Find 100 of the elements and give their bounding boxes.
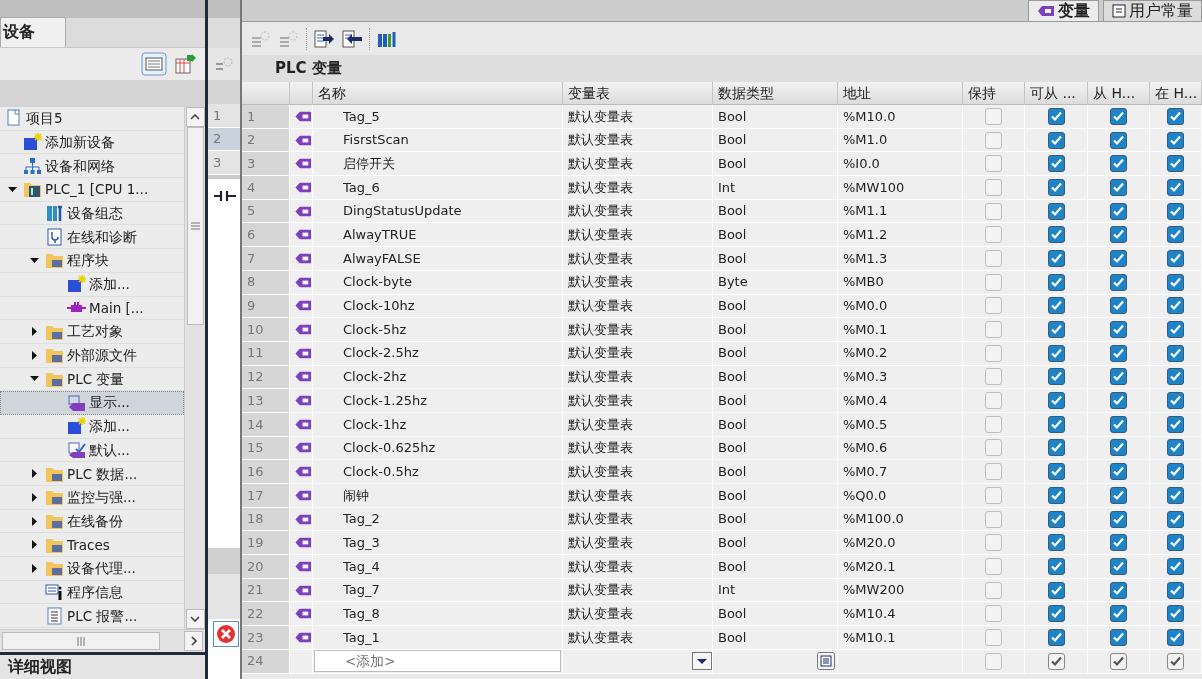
checkbox[interactable]	[1110, 605, 1127, 623]
scrollbar-thumb[interactable]	[186, 127, 204, 325]
tree-item[interactable]: 显示...	[0, 391, 184, 415]
checkbox[interactable]	[1110, 178, 1127, 196]
scroll-up-button[interactable]	[185, 107, 205, 127]
checkbox[interactable]	[1047, 202, 1065, 220]
checkbox[interactable]	[985, 581, 1002, 599]
checkbox[interactable]	[985, 557, 1002, 575]
checkbox[interactable]	[1167, 557, 1184, 575]
checkbox[interactable]	[1110, 652, 1127, 670]
checkbox[interactable]	[1110, 131, 1127, 149]
checkbox[interactable]	[1047, 486, 1065, 504]
column-header[interactable]: 名称	[313, 82, 563, 105]
tree-item[interactable]: PLC 报警...	[0, 604, 184, 629]
checkbox[interactable]	[1047, 368, 1065, 386]
tree-item[interactable]: 添加新设备	[0, 130, 184, 155]
checkbox[interactable]	[1047, 605, 1065, 623]
checkbox[interactable]	[1167, 273, 1184, 291]
checkbox[interactable]	[985, 439, 1002, 457]
checkbox[interactable]	[1167, 463, 1184, 481]
checkbox[interactable]	[1110, 273, 1127, 291]
tree-item[interactable]: PLC_1 [CPU 1...	[0, 178, 184, 202]
checkbox[interactable]	[1110, 439, 1127, 457]
checkbox[interactable]	[1047, 155, 1065, 173]
checkbox[interactable]	[1167, 628, 1184, 646]
checkbox[interactable]	[1167, 605, 1184, 623]
checkbox[interactable]	[1047, 226, 1065, 244]
editor-tab[interactable]: 变量	[1028, 0, 1099, 21]
tree-item[interactable]: 添加...	[0, 272, 184, 297]
checkbox[interactable]	[1110, 534, 1127, 552]
checkbox[interactable]	[1167, 392, 1184, 410]
export-icon[interactable]	[313, 28, 335, 49]
checkbox[interactable]	[1047, 321, 1065, 339]
checkbox[interactable]	[1110, 392, 1127, 410]
checkbox[interactable]	[985, 226, 1002, 244]
expand-arrow-icon[interactable]	[29, 563, 39, 573]
checkbox[interactable]	[985, 463, 1002, 481]
checkbox[interactable]	[1167, 178, 1184, 196]
list-button[interactable]	[817, 652, 835, 671]
checkbox[interactable]	[985, 178, 1002, 196]
tree-item[interactable]: 设备和网络	[0, 154, 184, 179]
checkbox[interactable]	[985, 628, 1002, 646]
checkbox[interactable]	[1167, 249, 1184, 267]
list-view-icon[interactable]	[141, 52, 167, 76]
tree-item[interactable]: 工艺对象	[0, 320, 184, 344]
expand-arrow-icon[interactable]	[29, 350, 39, 360]
horizontal-scrollbar-thumb[interactable]	[2, 632, 160, 650]
checkbox[interactable]	[1167, 415, 1184, 433]
column-header[interactable]: 地址	[838, 82, 963, 105]
checkbox[interactable]	[985, 605, 1002, 623]
tree-item[interactable]: 项目5	[0, 107, 184, 131]
checkbox[interactable]	[1167, 486, 1184, 504]
checkbox[interactable]	[1110, 463, 1127, 481]
row-number[interactable]: 1	[208, 104, 240, 128]
checkbox[interactable]	[1047, 510, 1065, 528]
scroll-down-button[interactable]	[185, 609, 205, 629]
checkbox[interactable]	[985, 321, 1002, 339]
tree-item[interactable]: 默认...	[0, 438, 184, 463]
checkbox[interactable]	[1167, 107, 1184, 125]
tree-item[interactable]: 在线和诊断	[0, 225, 184, 250]
checkbox[interactable]	[1167, 581, 1184, 599]
checkbox[interactable]	[985, 534, 1002, 552]
tree-item[interactable]: 添加...	[0, 414, 184, 439]
checkbox[interactable]	[1110, 202, 1127, 220]
checkbox[interactable]	[985, 273, 1002, 291]
checkbox[interactable]	[1167, 439, 1184, 457]
dropdown-button[interactable]	[692, 652, 712, 671]
checkbox[interactable]	[1047, 415, 1065, 433]
tree-item[interactable]: PLC 数据...	[0, 462, 184, 486]
tree-item[interactable]: 监控与强...	[0, 486, 184, 510]
checkbox[interactable]	[1110, 226, 1127, 244]
checkbox[interactable]	[1110, 249, 1127, 267]
expand-arrow-icon[interactable]	[29, 540, 39, 550]
column-header[interactable]: 在 H...	[1150, 82, 1202, 105]
collapse-arrow-icon[interactable]	[29, 255, 39, 265]
collapse-arrow-icon[interactable]	[29, 374, 39, 384]
checkbox[interactable]	[1047, 628, 1065, 646]
checkbox[interactable]	[1047, 392, 1065, 410]
checkbox[interactable]	[1167, 131, 1184, 149]
checkbox[interactable]	[1167, 368, 1184, 386]
checkbox[interactable]	[985, 107, 1002, 125]
checkbox[interactable]	[985, 297, 1002, 315]
checkbox[interactable]	[985, 131, 1002, 149]
checkbox[interactable]	[1110, 581, 1127, 599]
expand-arrow-icon[interactable]	[29, 327, 39, 337]
checkbox[interactable]	[1047, 249, 1065, 267]
checkbox[interactable]	[985, 392, 1002, 410]
checkbox[interactable]	[1167, 321, 1184, 339]
checkbox[interactable]	[1047, 297, 1065, 315]
column-header[interactable]: 变量表	[563, 82, 713, 105]
tree-item[interactable]: 设备代理...	[0, 557, 184, 581]
checkbox[interactable]	[985, 368, 1002, 386]
checkbox[interactable]	[1167, 534, 1184, 552]
row-number[interactable]: 3	[208, 151, 240, 176]
tree-item[interactable]: 外部源文件	[0, 343, 184, 368]
column-header[interactable]: 保持	[963, 82, 1025, 105]
checkbox[interactable]	[1047, 344, 1065, 362]
devices-tab[interactable]: 设备	[0, 17, 66, 47]
checkbox[interactable]	[1047, 273, 1065, 291]
checkbox[interactable]	[1047, 557, 1065, 575]
